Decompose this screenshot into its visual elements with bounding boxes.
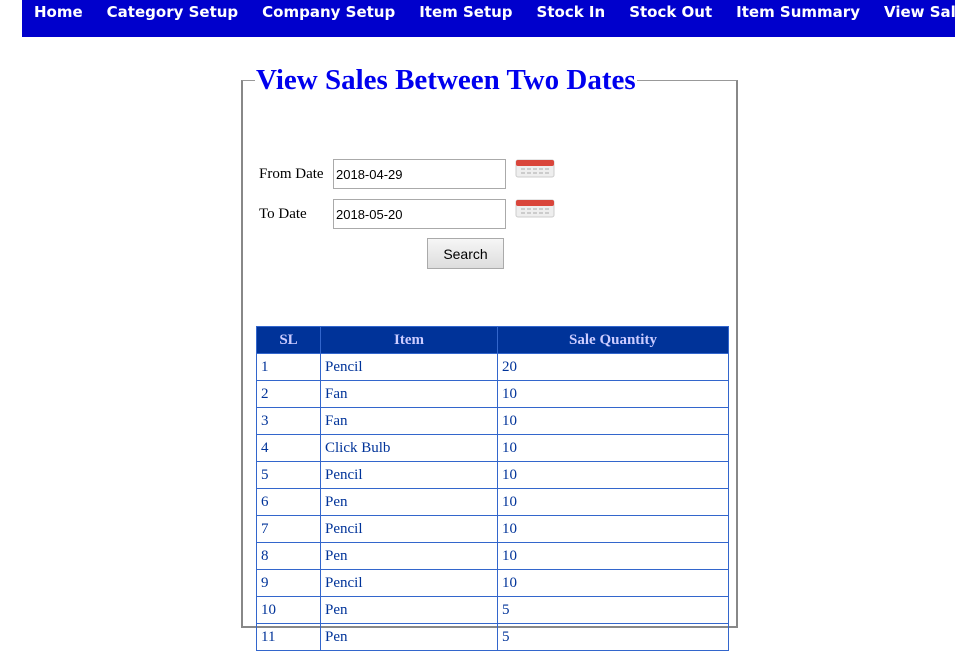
table-row: 11 Pen 5 — [256, 623, 729, 651]
table-row: 9 Pencil 10 — [256, 569, 729, 597]
cell-sl: 6 — [256, 488, 321, 516]
cell-item: Pencil — [320, 569, 498, 597]
sales-fieldset: View Sales Between Two Dates From Date T… — [241, 64, 738, 651]
cell-item: Pen — [320, 623, 498, 651]
cell-sl: 9 — [256, 569, 321, 597]
table-row: 6 Pen 10 — [256, 488, 729, 516]
from-date-label: From Date — [259, 165, 324, 182]
cell-quantity: 5 — [497, 596, 729, 624]
cell-item: Pencil — [320, 461, 498, 489]
top-nav: Home Category Setup Company Setup Item S… — [22, 0, 968, 37]
nav-company-setup[interactable]: Company Setup — [250, 0, 407, 21]
nav-home[interactable]: Home — [22, 0, 95, 21]
cell-item: Pen — [320, 596, 498, 624]
cell-item: Fan — [320, 380, 498, 408]
table-row: 7 Pencil 10 — [256, 515, 729, 543]
table-row: 2 Fan 10 — [256, 380, 729, 408]
cell-sl: 7 — [256, 515, 321, 543]
cell-item: Pencil — [320, 515, 498, 543]
table-row: 5 Pencil 10 — [256, 461, 729, 489]
from-date-row: From Date — [259, 159, 506, 189]
cell-quantity: 10 — [497, 569, 729, 597]
table-row: 10 Pen 5 — [256, 596, 729, 624]
cell-quantity: 10 — [497, 380, 729, 408]
table-row: 8 Pen 10 — [256, 542, 729, 570]
cell-quantity: 10 — [497, 488, 729, 516]
cell-quantity: 10 — [497, 407, 729, 435]
cell-sl: 10 — [256, 596, 321, 624]
header-sl: SL — [256, 326, 321, 354]
cell-sl: 2 — [256, 380, 321, 408]
cell-item: Pencil — [320, 353, 498, 381]
nav-stock-out[interactable]: Stock Out — [617, 0, 724, 21]
page-title: View Sales Between Two Dates — [256, 64, 636, 96]
cell-sl: 8 — [256, 542, 321, 570]
cell-sl: 4 — [256, 434, 321, 462]
cell-quantity: 5 — [497, 623, 729, 651]
cell-item: Pen — [320, 488, 498, 516]
cell-quantity: 10 — [497, 461, 729, 489]
to-date-label: To Date — [259, 205, 307, 222]
nav-category-setup[interactable]: Category Setup — [95, 0, 250, 21]
header-sale-quantity: Sale Quantity — [497, 326, 729, 354]
nav-item-setup[interactable]: Item Setup — [407, 0, 524, 21]
cell-quantity: 10 — [497, 434, 729, 462]
cell-quantity: 10 — [497, 542, 729, 570]
cell-sl: 3 — [256, 407, 321, 435]
cell-sl: 11 — [256, 623, 321, 651]
cell-item: Click Bulb — [320, 434, 498, 462]
from-date-input[interactable] — [333, 159, 506, 189]
calendar-icon[interactable] — [515, 198, 555, 218]
sales-table: SL Item Sale Quantity 1 Pencil 20 2 Fan 10 3 Fa… — [256, 326, 729, 651]
to-date-input[interactable] — [333, 199, 506, 229]
calendar-icon[interactable] — [515, 158, 555, 178]
table-row: 3 Fan 10 — [256, 407, 729, 435]
table-row: 4 Click Bulb 10 — [256, 434, 729, 462]
nav-view-sales[interactable]: View Sales — [872, 0, 968, 21]
nav-item-summary[interactable]: Item Summary — [724, 0, 872, 21]
nav-stock-in[interactable]: Stock In — [525, 0, 618, 21]
cell-sl: 1 — [256, 353, 321, 381]
cell-quantity: 10 — [497, 515, 729, 543]
search-button[interactable]: Search — [427, 238, 504, 269]
cell-sl: 5 — [256, 461, 321, 489]
cell-quantity: 20 — [497, 353, 729, 381]
header-item: Item — [320, 326, 498, 354]
table-row: 1 Pencil 20 — [256, 353, 729, 381]
cell-item: Fan — [320, 407, 498, 435]
to-date-row: To Date — [259, 199, 506, 229]
cell-item: Pen — [320, 542, 498, 570]
